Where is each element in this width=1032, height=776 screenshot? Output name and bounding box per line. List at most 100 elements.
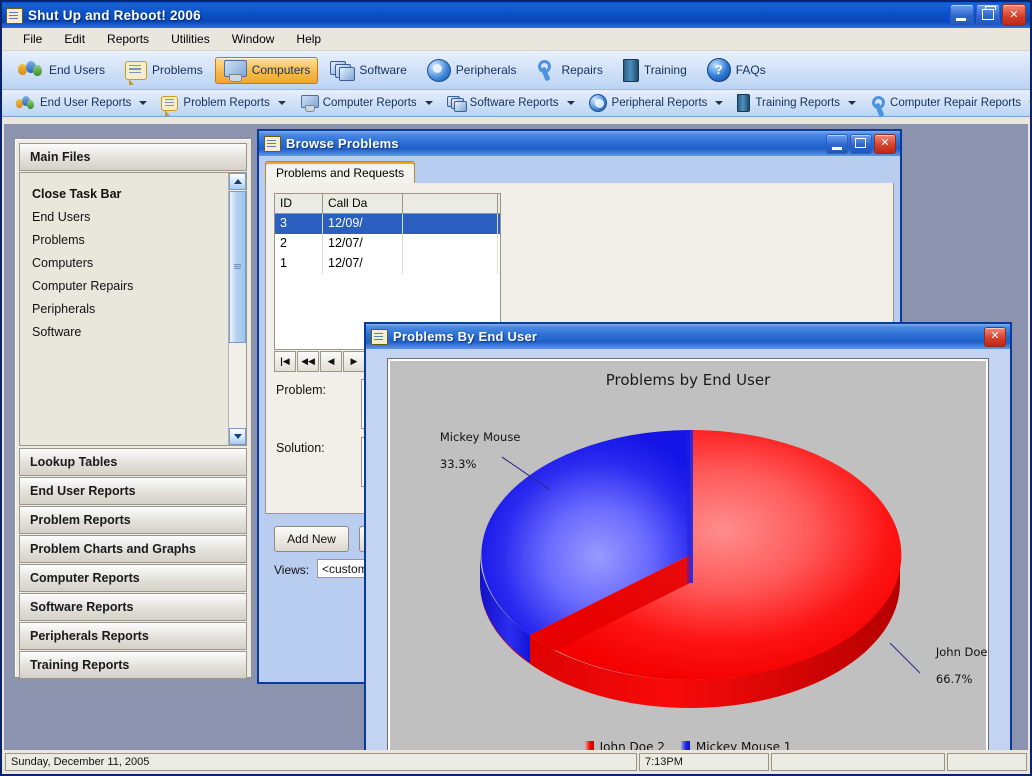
list-item-end-users[interactable]: End Users: [20, 206, 246, 229]
list-item-computer-repairs[interactable]: Computer Repairs: [20, 275, 246, 298]
panel-section-training-reports[interactable]: Training Reports: [19, 651, 247, 679]
maximize-button[interactable]: [850, 134, 872, 154]
toolbar-problems[interactable]: Problems: [117, 58, 211, 83]
cell-extra: [403, 254, 498, 274]
status-cell-4: [947, 753, 1027, 771]
panel-section-peripherals-reports[interactable]: Peripherals Reports: [19, 622, 247, 650]
chevron-down-icon[interactable]: [278, 101, 286, 105]
toolbar-computers-label: Computers: [252, 63, 311, 77]
panel-section-problem-reports[interactable]: Problem Reports: [19, 506, 247, 534]
list-item-problems[interactable]: Problems: [20, 229, 246, 252]
toolbar-end-users[interactable]: End Users: [10, 57, 113, 83]
toolbar-training-reports-label: Training Reports: [755, 97, 840, 109]
table-row[interactable]: 1 12/07/: [275, 254, 500, 274]
users-icon: [16, 96, 35, 111]
main-files-listbox[interactable]: Close Task Bar End Users Problems Comput…: [19, 172, 247, 446]
restore-button[interactable]: [976, 4, 1000, 26]
main-window-controls: ✕: [950, 4, 1028, 26]
scrollbar-thumb[interactable]: [229, 191, 246, 343]
browse-problems-title-bar: Browse Problems ✕: [259, 131, 900, 156]
book-icon: [623, 59, 639, 82]
toolbar-software-reports[interactable]: Software Reports: [441, 94, 581, 113]
computer-icon: [223, 60, 247, 81]
tab-problems-and-requests[interactable]: Problems and Requests: [265, 161, 415, 184]
previous-record-button[interactable]: ◀: [320, 351, 342, 372]
problems-by-end-user-dialog: Problems By End User ✕ Problems by End U…: [364, 322, 1012, 750]
grid-column-call-date[interactable]: Call Da: [323, 194, 403, 213]
window-icon: [264, 136, 281, 151]
slice-label-john-doe: John Doe 66.7%: [892, 632, 988, 700]
browse-problems-title: Browse Problems: [286, 136, 399, 151]
toolbar-computer-repair-reports[interactable]: Computer Repair Reports: [864, 93, 1032, 114]
list-item-close-task-bar[interactable]: Close Task Bar: [20, 183, 246, 206]
minimize-button[interactable]: [826, 134, 848, 154]
previous-page-button[interactable]: ◀◀: [297, 351, 319, 372]
chevron-down-icon[interactable]: [848, 101, 856, 105]
first-record-button[interactable]: |◀: [274, 351, 296, 372]
grid-column-id[interactable]: ID: [275, 194, 323, 213]
toolbar-faqs[interactable]: ? FAQs: [699, 55, 774, 85]
toolbar-peripheral-reports[interactable]: Peripheral Reports: [583, 92, 730, 114]
menu-help[interactable]: Help: [285, 30, 332, 48]
add-new-button[interactable]: Add New: [274, 526, 349, 552]
question-mark-icon: ?: [707, 58, 731, 82]
panel-section-computer-reports[interactable]: Computer Reports: [19, 564, 247, 592]
scroll-down-icon[interactable]: [229, 428, 246, 445]
chevron-down-icon[interactable]: [139, 101, 147, 105]
chevron-down-icon[interactable]: [567, 101, 575, 105]
mdi-client-area: Main Files Close Task Bar End Users Prob…: [4, 124, 1028, 750]
minimize-button[interactable]: [950, 4, 974, 26]
toolbar-computers[interactable]: Computers: [215, 57, 319, 84]
toolbar-repairs[interactable]: Repairs: [528, 56, 610, 84]
chart-legend: John Doe 2 Mickey Mouse 1: [390, 740, 986, 750]
browse-window-controls: ✕: [826, 134, 898, 154]
panel-section-lookup-tables[interactable]: Lookup Tables: [19, 448, 247, 476]
chart-dialog-title-bar: Problems By End User ✕: [366, 324, 1010, 349]
cell-id: 3: [275, 214, 323, 234]
table-row[interactable]: 2 12/07/: [275, 234, 500, 254]
toolbar-software[interactable]: Software: [322, 58, 414, 83]
scroll-up-icon[interactable]: [229, 173, 246, 190]
toolbar-end-user-reports[interactable]: End User Reports: [10, 94, 153, 113]
close-button[interactable]: ✕: [874, 134, 896, 154]
panel-section-software-reports[interactable]: Software Reports: [19, 593, 247, 621]
next-record-button[interactable]: ▶: [343, 351, 365, 372]
toolbar-training[interactable]: Training: [615, 56, 695, 85]
panel-section-problem-charts-and-graphs[interactable]: Problem Charts and Graphs: [19, 535, 247, 563]
table-row[interactable]: 3 12/09/: [275, 214, 500, 234]
list-item-software[interactable]: Software: [20, 321, 246, 344]
menu-window[interactable]: Window: [221, 30, 286, 48]
toolbar-training-label: Training: [644, 63, 687, 77]
panel-section-end-user-reports[interactable]: End User Reports: [19, 477, 247, 505]
slice-label-percent: 66.7%: [936, 672, 973, 686]
grid-column-extra[interactable]: [403, 194, 498, 213]
legend-swatch-blue: [681, 741, 690, 751]
list-item-peripherals[interactable]: Peripherals: [20, 298, 246, 321]
slice-label-name: John Doe: [936, 645, 988, 659]
software-windows-icon: [447, 96, 465, 111]
toolbar-problem-reports[interactable]: Problem Reports: [155, 94, 291, 113]
close-button[interactable]: ✕: [1002, 4, 1026, 26]
panel-header-main-files[interactable]: Main Files: [19, 143, 247, 171]
close-icon[interactable]: ✕: [984, 327, 1006, 347]
grid-header: ID Call Da: [275, 194, 500, 214]
menu-file[interactable]: File: [12, 30, 53, 48]
cell-extra: [403, 214, 498, 234]
menu-reports[interactable]: Reports: [96, 30, 160, 48]
toolbar-training-reports[interactable]: Training Reports: [731, 92, 862, 114]
wrench-icon: [536, 59, 556, 81]
toolbar-computer-reports[interactable]: Computer Reports: [294, 93, 439, 113]
menu-utilities[interactable]: Utilities: [160, 30, 221, 48]
chevron-down-icon[interactable]: [425, 101, 433, 105]
slice-label-percent: 33.3%: [440, 457, 477, 471]
app-title: Shut Up and Reboot! 2006: [28, 8, 201, 23]
toolbar-software-label: Software: [359, 63, 406, 77]
list-item-computers[interactable]: Computers: [20, 252, 246, 275]
panel-scrollbar[interactable]: [228, 173, 246, 445]
cell-date: 12/07/: [323, 234, 403, 254]
software-windows-icon: [330, 61, 354, 80]
chevron-down-icon[interactable]: [715, 101, 723, 105]
menu-edit[interactable]: Edit: [53, 30, 96, 48]
problem-note-icon: [161, 96, 178, 111]
toolbar-peripherals[interactable]: Peripherals: [419, 56, 525, 85]
